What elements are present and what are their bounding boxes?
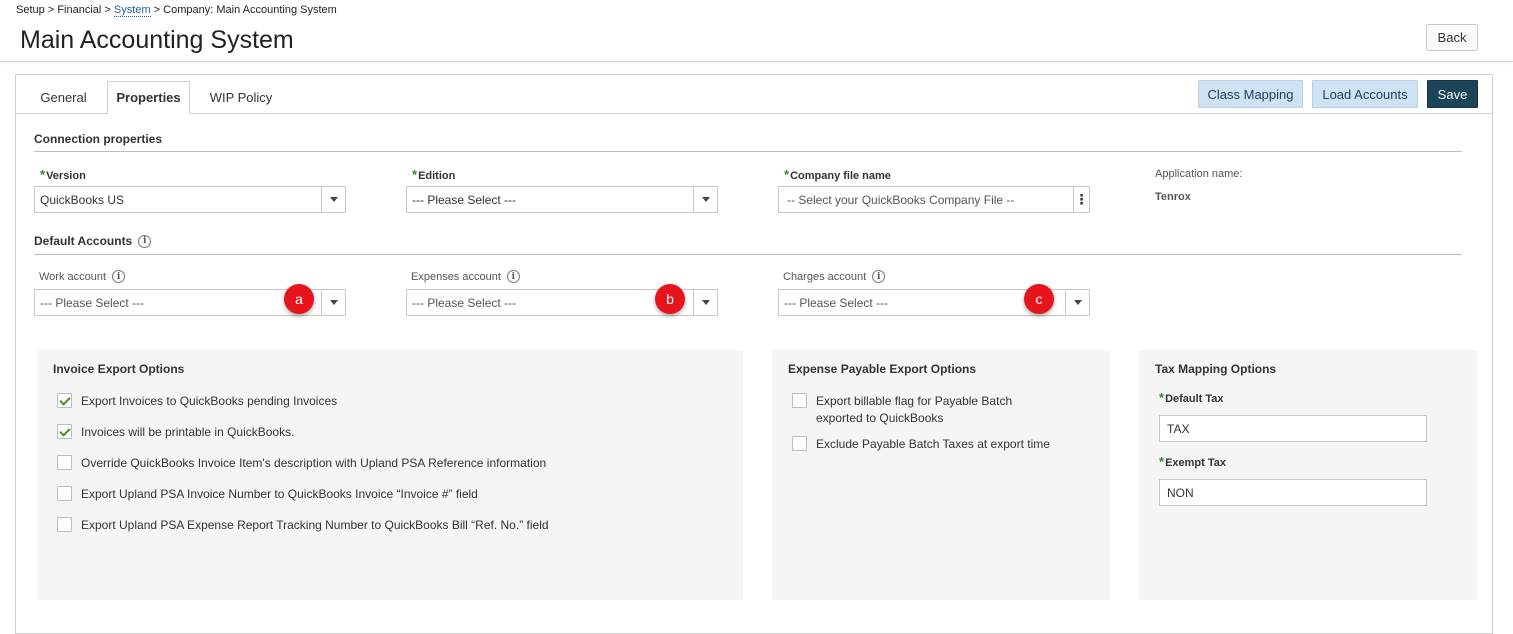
breadcrumb-system-link[interactable]: System xyxy=(113,4,151,17)
edition-label: *Edition xyxy=(412,167,455,182)
expenses-account-label: Expenses account i xyxy=(411,270,520,283)
tab-general[interactable]: General xyxy=(26,81,101,114)
work-account-label: Work account i xyxy=(39,270,126,283)
required-marker: * xyxy=(1159,390,1165,405)
company-file-select-value: -- Select your QuickBooks Company File -… xyxy=(787,192,1015,207)
breadcrumb-financial[interactable]: Financial xyxy=(57,4,101,16)
checkbox[interactable] xyxy=(57,517,72,532)
checkbox[interactable] xyxy=(57,455,72,470)
edition-label-text: Edition xyxy=(418,170,456,182)
breadcrumb-company: Company: Main Accounting System xyxy=(163,4,337,16)
checkbox-checked[interactable] xyxy=(57,424,72,439)
checkbox[interactable] xyxy=(792,436,807,451)
edition-select-value: --- Please Select --- xyxy=(412,192,517,207)
expense-option-billable-flag[interactable]: Export billable flag for Payable Batch e… xyxy=(792,393,1052,427)
default-tax-input[interactable] xyxy=(1159,415,1427,442)
invoice-export-options-box: Invoice Export Options Export Invoices t… xyxy=(37,350,743,600)
checkbox-label: Export Upland PSA Expense Report Trackin… xyxy=(81,518,549,532)
charges-account-label: Charges account i xyxy=(783,270,886,283)
invoice-option-printable[interactable]: Invoices will be printable in QuickBooks… xyxy=(57,424,294,441)
invoice-option-override-description[interactable]: Override QuickBooks Invoice Item's descr… xyxy=(57,455,546,472)
info-icon[interactable]: i xyxy=(506,270,520,283)
page-title: Main Accounting System xyxy=(20,26,294,54)
annotation-marker-a: a xyxy=(284,284,314,314)
required-marker: * xyxy=(40,167,46,182)
default-accounts-title-text: Default Accounts xyxy=(34,234,133,248)
tax-mapping-options-box: Tax Mapping Options *Default Tax *Exempt… xyxy=(1139,350,1477,600)
company-file-select[interactable]: -- Select your QuickBooks Company File -… xyxy=(778,186,1090,213)
version-select[interactable]: QuickBooks US xyxy=(34,186,346,213)
company-file-label: *Company file name xyxy=(784,167,891,182)
breadcrumb-separator: > xyxy=(47,4,55,16)
required-marker: * xyxy=(412,167,418,182)
version-label: *Version xyxy=(40,167,86,182)
invoice-option-pending-invoices[interactable]: Export Invoices to QuickBooks pending In… xyxy=(57,393,337,410)
breadcrumb: Setup > Financial > System > Company: Ma… xyxy=(16,4,337,17)
charges-account-select-value: --- Please Select --- xyxy=(784,295,889,310)
work-account-select-value: --- Please Select --- xyxy=(40,295,145,310)
class-mapping-button[interactable]: Class Mapping xyxy=(1198,80,1303,108)
tab-wip-policy[interactable]: WIP Policy xyxy=(196,81,286,114)
work-account-label-text: Work account xyxy=(39,270,107,283)
tab-properties[interactable]: Properties xyxy=(107,81,190,114)
application-name-label: Application name: xyxy=(1155,168,1243,180)
annotation-marker-b: b xyxy=(655,284,685,314)
required-marker: * xyxy=(1159,454,1165,469)
expense-payable-options-title: Expense Payable Export Options xyxy=(788,362,977,376)
edition-select[interactable]: --- Please Select --- xyxy=(406,186,718,213)
info-icon[interactable]: i xyxy=(138,234,152,248)
chevron-down-icon[interactable] xyxy=(693,187,717,212)
section-divider xyxy=(34,151,1462,152)
expense-payable-options-box: Expense Payable Export Options Export bi… xyxy=(772,350,1110,600)
tax-mapping-options-title: Tax Mapping Options xyxy=(1155,362,1277,376)
exempt-tax-input[interactable] xyxy=(1159,479,1427,506)
checkbox-label: Export Upland PSA Invoice Number to Quic… xyxy=(81,487,478,501)
expenses-account-label-text: Expenses account xyxy=(411,270,501,283)
invoice-option-ref-number[interactable]: Export Upland PSA Expense Report Trackin… xyxy=(57,517,549,534)
breadcrumb-separator: > xyxy=(153,4,161,16)
checkbox-label: Export Invoices to QuickBooks pending In… xyxy=(81,394,338,408)
chevron-down-icon[interactable] xyxy=(1065,290,1089,315)
checkbox[interactable] xyxy=(57,486,72,501)
connection-properties-title: Connection properties xyxy=(34,132,162,146)
checkbox[interactable] xyxy=(792,393,807,408)
version-label-text: Version xyxy=(46,170,86,182)
charges-account-label-text: Charges account xyxy=(783,270,867,283)
chevron-down-icon[interactable] xyxy=(693,290,717,315)
exempt-tax-label: *Exempt Tax xyxy=(1159,454,1226,469)
chevron-down-icon[interactable] xyxy=(321,187,345,212)
breadcrumb-setup[interactable]: Setup xyxy=(16,4,45,16)
header-divider xyxy=(0,61,1513,62)
required-marker: * xyxy=(784,167,790,182)
main-panel: General Properties WIP Policy Class Mapp… xyxy=(15,74,1493,634)
checkbox-label: Export billable flag for Payable Batch e… xyxy=(816,394,1013,425)
section-divider xyxy=(34,254,1462,255)
expenses-account-select-value: --- Please Select --- xyxy=(412,295,517,310)
load-accounts-button[interactable]: Load Accounts xyxy=(1312,80,1418,108)
invoice-export-options-title: Invoice Export Options xyxy=(53,362,185,376)
version-select-value: QuickBooks US xyxy=(40,192,125,207)
breadcrumb-separator: > xyxy=(104,4,111,16)
save-button[interactable]: Save xyxy=(1427,80,1478,108)
back-button[interactable]: Back xyxy=(1426,24,1478,51)
application-name-value: Tenrox xyxy=(1155,191,1191,203)
annotation-marker-c: c xyxy=(1024,284,1054,314)
company-file-label-text: Company file name xyxy=(790,170,891,182)
invoice-option-invoice-number[interactable]: Export Upland PSA Invoice Number to Quic… xyxy=(57,486,478,503)
kebab-menu-icon[interactable]: ⋮ xyxy=(1073,187,1089,212)
default-accounts-title: Default Accounts i xyxy=(34,234,152,248)
checkbox-label: Invoices will be printable in QuickBooks… xyxy=(81,425,295,439)
checkbox-checked[interactable] xyxy=(57,393,72,408)
chevron-down-icon[interactable] xyxy=(321,290,345,315)
checkbox-label: Override QuickBooks Invoice Item's descr… xyxy=(81,456,547,470)
checkbox-label: Exclude Payable Batch Taxes at export ti… xyxy=(816,437,1050,451)
default-tax-label-text: Default Tax xyxy=(1165,393,1224,405)
info-icon[interactable]: i xyxy=(112,270,126,283)
info-icon[interactable]: i xyxy=(872,270,886,283)
connection-properties-title-text: Connection properties xyxy=(34,132,163,146)
exempt-tax-label-text: Exempt Tax xyxy=(1165,457,1226,469)
expense-option-exclude-taxes[interactable]: Exclude Payable Batch Taxes at export ti… xyxy=(792,436,1050,453)
default-tax-label: *Default Tax xyxy=(1159,390,1224,405)
